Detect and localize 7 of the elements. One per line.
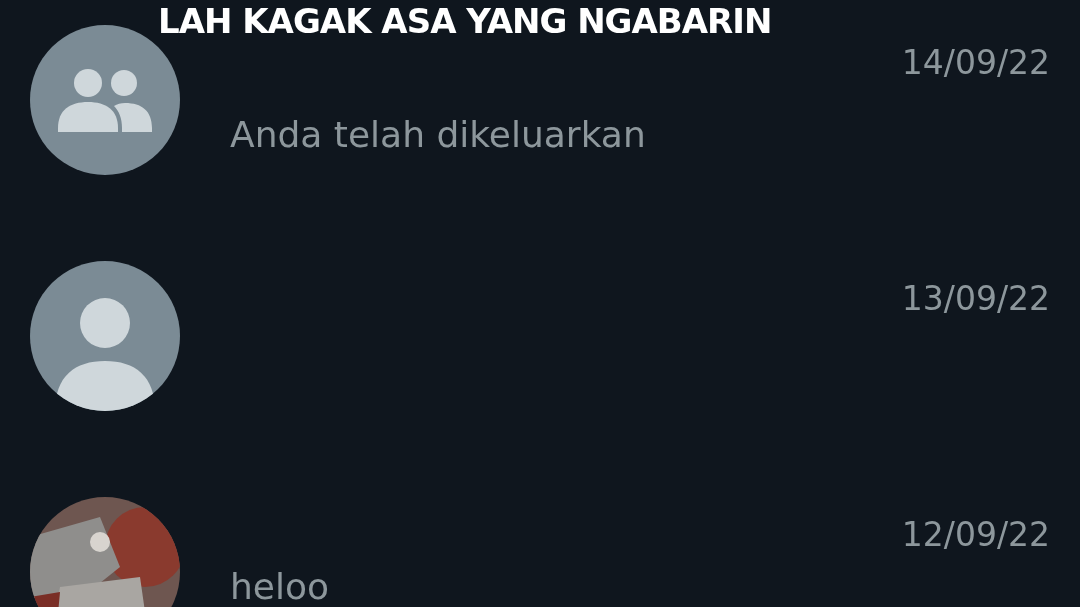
caption-text: LAH KAGAK ASA YANG NGABARIN bbox=[158, 0, 772, 42]
chat-date: 12/09/22 bbox=[901, 515, 1050, 555]
chat-date: 13/09/22 bbox=[901, 279, 1050, 319]
message-preview: Anda telah dikeluarkan bbox=[230, 115, 647, 155]
person-avatar-icon[interactable] bbox=[30, 261, 180, 411]
chat-date: 14/09/22 bbox=[901, 43, 1050, 83]
message-preview: heloo bbox=[230, 567, 331, 607]
